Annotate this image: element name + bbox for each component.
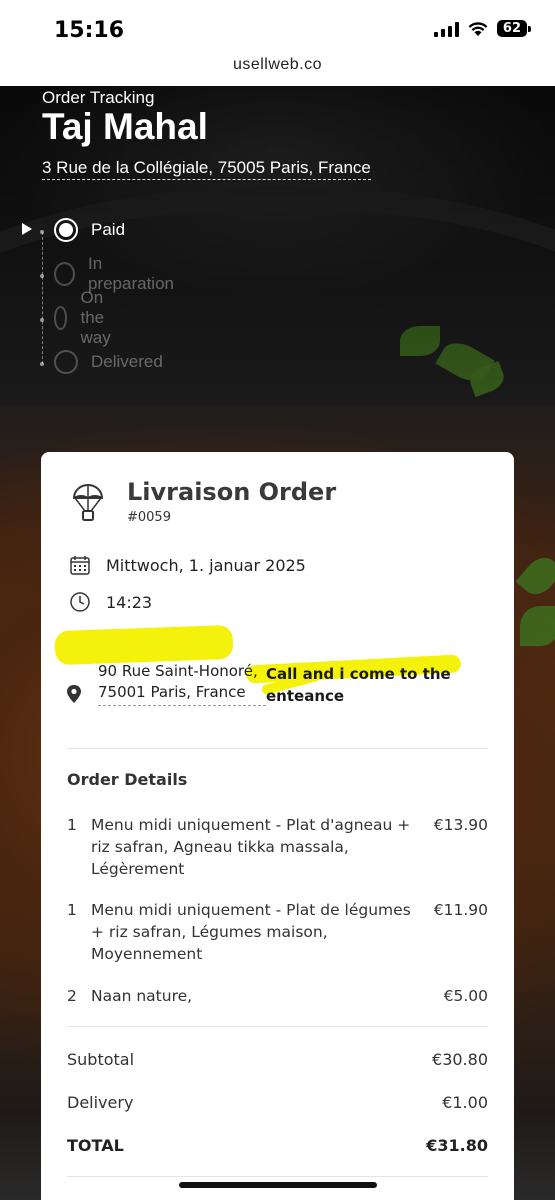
status-icons: 62: [433, 20, 532, 37]
timeline-step-paid: Paid: [54, 216, 125, 244]
step-label: Paid: [91, 220, 126, 239]
current-step-arrow-icon: [22, 223, 32, 235]
delivery-fee-row: Delivery €1.00: [67, 1093, 488, 1112]
step-status-icon: [54, 262, 75, 286]
delivery-note: Call and i come to the enteance: [266, 665, 451, 705]
divider: [67, 748, 488, 749]
delivery-fee-value: €1.00: [442, 1093, 488, 1112]
order-item: 1 Menu midi uniquement - Plat de légumes…: [67, 899, 488, 965]
timeline-dot: [40, 274, 44, 278]
subtotal-row: Subtotal €30.80: [67, 1050, 488, 1069]
parachute-delivery-icon: [72, 484, 104, 521]
redacted-scribble: [54, 624, 234, 666]
step-status-icon: [54, 218, 78, 242]
item-name: Menu midi uniquement - Plat d'agneau + r…: [91, 816, 411, 878]
item-price: €5.00: [443, 987, 488, 1005]
timeline-dot: [40, 318, 44, 322]
order-item: 1 Menu midi uniquement - Plat d'agneau +…: [67, 814, 488, 880]
item-quantity: 1: [67, 816, 77, 834]
item-quantity: 2: [67, 987, 77, 1005]
page-subtitle: Order Tracking: [42, 88, 155, 107]
subtotal-value: €30.80: [432, 1050, 488, 1069]
order-date: Mittwoch, 1. januar 2025: [106, 556, 306, 575]
timeline-step-delivered: Delivered: [54, 348, 163, 376]
timeline-line: [42, 232, 43, 364]
step-status-icon: [54, 306, 68, 330]
restaurant-name: Taj Mahal: [42, 106, 208, 147]
divider: [67, 1176, 488, 1177]
restaurant-address-link[interactable]: 3 Rue de la Collégiale, 75005 Paris, Fra…: [42, 158, 371, 180]
location-pin-icon: [67, 685, 81, 703]
status-time: 15:16: [54, 18, 125, 43]
order-card: Livraison Order #0059 Mittwoch, 1. janua…: [41, 452, 514, 1200]
divider: [67, 1026, 488, 1027]
subtotal-label: Subtotal: [67, 1050, 135, 1069]
step-status-icon: [54, 350, 78, 374]
timeline-dot: [40, 230, 44, 234]
order-time: 14:23: [106, 593, 153, 612]
order-number: #0059: [127, 510, 171, 525]
url-text: usellweb.co: [232, 56, 323, 73]
home-indicator[interactable]: [179, 1182, 377, 1188]
timeline-step-in-preparation: In preparation: [54, 254, 177, 293]
total-value: €31.80: [426, 1136, 488, 1155]
herb-garnish: [515, 551, 555, 601]
order-details-heading: Order Details: [67, 770, 188, 789]
order-type-title: Livraison Order: [127, 478, 337, 506]
clock-icon: [70, 592, 90, 612]
step-label: On the way: [80, 288, 111, 347]
timeline-step-on-the-way: On the way: [54, 288, 121, 347]
calendar-icon: [70, 556, 90, 575]
cellular-signal-icon: [433, 21, 459, 37]
wifi-icon: [468, 21, 488, 36]
item-quantity: 1: [67, 901, 77, 919]
status-bar: 15:16 62: [0, 0, 555, 56]
item-name: Menu midi uniquement - Plat de légumes +…: [91, 901, 411, 963]
order-item: 2 Naan nature, €5.00: [67, 985, 488, 1007]
item-name: Naan nature,: [91, 987, 193, 1005]
battery-icon: 62: [496, 20, 532, 37]
total-label: TOTAL: [67, 1136, 124, 1155]
item-price: €11.90: [433, 901, 488, 919]
delivery-address-link[interactable]: 90 Rue Saint-Honoré, 75001 Paris, France: [98, 661, 266, 706]
herb-garnish: [520, 606, 555, 646]
total-row: TOTAL €31.80: [67, 1136, 488, 1155]
item-price: €13.90: [433, 816, 488, 834]
browser-url-bar[interactable]: usellweb.co: [0, 56, 555, 86]
step-label: Delivered: [91, 352, 163, 371]
timeline-dot: [40, 362, 44, 366]
delivery-fee-label: Delivery: [67, 1093, 134, 1112]
